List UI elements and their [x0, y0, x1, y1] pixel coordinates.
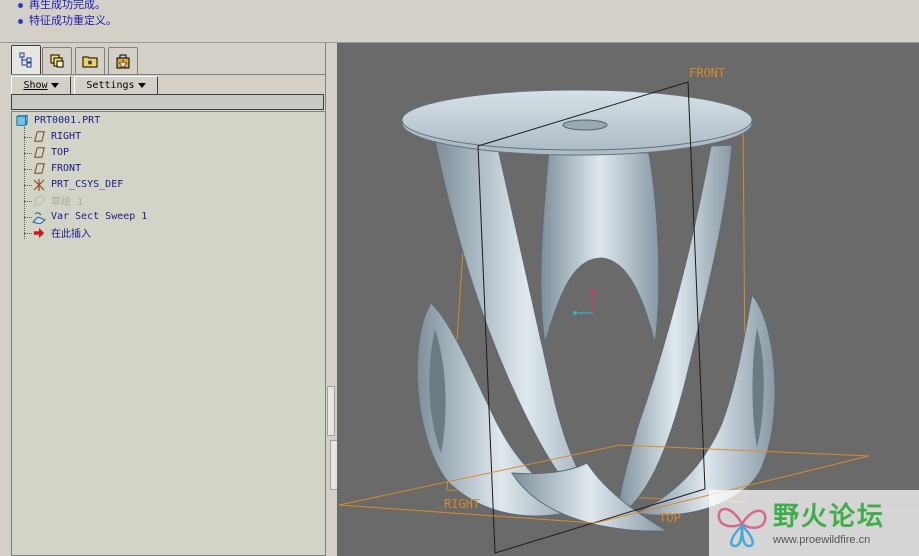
- tree-toolbar: Show Settings: [11, 74, 325, 95]
- tree-filter-bar[interactable]: [11, 94, 324, 110]
- tree-item-label: PRT0001.PRT: [34, 115, 101, 126]
- tab-model-tree[interactable]: [11, 45, 41, 74]
- tree-connector: [24, 201, 32, 202]
- tree-item-root[interactable]: PRT0001.PRT: [15, 113, 100, 128]
- tree-connector: [24, 137, 32, 138]
- message-area: 再生成功完成。 特征成功重定义。: [0, 0, 919, 43]
- insert-here-arrow-icon: [33, 227, 45, 238]
- tree-item-sweep[interactable]: Var Sect Sweep 1: [32, 209, 147, 224]
- tree-item-label: 草绘 1: [51, 197, 84, 208]
- bullet-icon: [18, 2, 23, 8]
- watermark-url: www.proewildfire.cn: [773, 534, 871, 546]
- stool-body[interactable]: [401, 89, 776, 532]
- collapse-panel-handle[interactable]: [327, 386, 335, 436]
- navigator-panel: Show Settings PRT0001.PRT RIGHT TOP FRON…: [8, 43, 326, 556]
- datum-plane-icon: [33, 163, 45, 174]
- message-line-1: 再生成功完成。: [18, 0, 106, 12]
- tree-item-insert-here[interactable]: 在此插入: [32, 225, 91, 240]
- tree-item-label: TOP: [51, 147, 70, 158]
- layers-icon: [50, 54, 64, 68]
- tree-item-label: Var Sect Sweep 1: [51, 211, 148, 222]
- tree-connector: [24, 169, 32, 170]
- butterfly-logo-icon: [717, 507, 767, 548]
- datum-plane-icon: [33, 147, 45, 158]
- tab-folder-browser[interactable]: [75, 47, 105, 74]
- tree-connector: [24, 233, 32, 234]
- csys-icon: [33, 178, 45, 191]
- tree-item-label: RIGHT: [51, 131, 82, 142]
- tab-layers[interactable]: [42, 47, 72, 74]
- settings-label: Settings: [86, 80, 135, 91]
- model-viewport-canvas: FRONT RIGHT TOP: [338, 66, 870, 554]
- tree-item-label: PRT_CSYS_DEF: [51, 179, 124, 190]
- forum-watermark: 野火论坛 www.proewildfire.cn: [709, 490, 919, 556]
- datum-label-right: RIGHT: [444, 497, 480, 511]
- message-text: 再生成功完成。: [29, 0, 106, 11]
- tree-item-top[interactable]: TOP: [32, 145, 69, 160]
- graphics-window[interactable]: FRONT RIGHT TOP 野火论坛 www.proewildfire.cn: [337, 43, 919, 556]
- favorites-icon: [116, 54, 130, 69]
- model-tree-icon: [19, 52, 32, 68]
- watermark-title: 野火论坛: [773, 502, 886, 532]
- settings-button[interactable]: Settings: [74, 76, 158, 95]
- part-icon: [16, 114, 28, 126]
- csys-marker-icon: [573, 290, 595, 315]
- dropdown-arrow-icon: [50, 83, 59, 88]
- tree-item-sketch[interactable]: 草绘 1: [32, 193, 83, 208]
- show-label: Show: [23, 80, 48, 91]
- tree-item-front[interactable]: FRONT: [32, 161, 81, 176]
- sketch-icon: [33, 195, 45, 206]
- tree-connector: [24, 127, 25, 239]
- navigator-tabs: [8, 45, 325, 74]
- datum-label-front: FRONT: [689, 66, 725, 80]
- dropdown-arrow-icon: [137, 83, 146, 88]
- tree-item-label: FRONT: [51, 163, 82, 174]
- tree-connector: [24, 185, 32, 186]
- tree-item-label: 在此插入: [51, 229, 91, 240]
- tab-favorites[interactable]: [108, 47, 138, 74]
- message-text: 特征成功重定义。: [29, 14, 117, 27]
- datum-plane-icon: [33, 131, 45, 142]
- sweep-icon: [32, 211, 46, 224]
- tree-connector: [24, 153, 32, 154]
- tree-item-right[interactable]: RIGHT: [32, 129, 81, 144]
- bullet-icon: [18, 18, 23, 24]
- show-button[interactable]: Show: [11, 76, 71, 95]
- message-line-2: 特征成功重定义。: [18, 12, 117, 28]
- tree-connector: [24, 217, 32, 218]
- tree-item-csys[interactable]: PRT_CSYS_DEF: [32, 177, 123, 192]
- folder-icon: [82, 56, 98, 68]
- model-tree: PRT0001.PRT RIGHT TOP FRONT PRT_CSYS_DEF…: [11, 111, 326, 556]
- datum-label-top: TOP: [659, 511, 681, 525]
